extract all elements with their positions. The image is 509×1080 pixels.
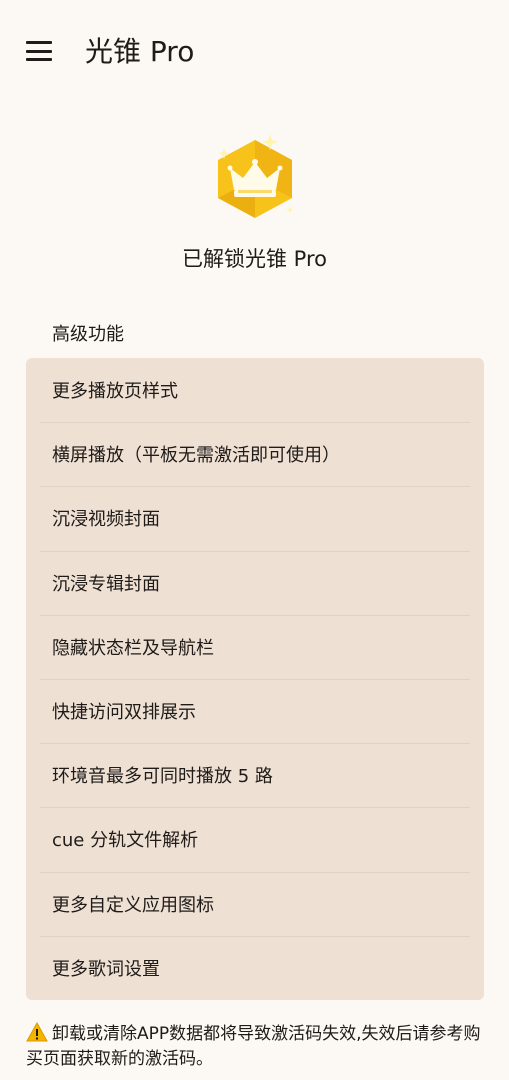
section-header: 高级功能	[52, 324, 124, 345]
feature-item: 环境音最多可同时播放 5 路	[26, 743, 484, 807]
feature-item: cue 分轨文件解析	[26, 807, 484, 871]
warning-icon	[26, 1022, 48, 1042]
page-title: 光锥 Pro	[85, 35, 195, 68]
feature-item: 更多自定义应用图标	[26, 871, 484, 936]
warning-notice: 卸载或清除APP数据都将导致激活码失效,失效后请参考购买页面获取新的激活码。	[26, 1022, 496, 1072]
unlock-status-text: 已解锁光锥 Pro	[182, 247, 327, 271]
feature-item: 沉浸视频封面	[26, 486, 484, 550]
feature-item: 更多歌词设置	[26, 935, 484, 1000]
features-card: 更多播放页样式 横屏播放（平板无需激活即可使用） 沉浸视频封面 沉浸专辑封面 隐…	[26, 358, 484, 1000]
feature-item: 横屏播放（平板无需激活即可使用）	[26, 422, 484, 486]
hamburger-menu-icon[interactable]	[26, 41, 52, 61]
feature-item: 隐藏状态栏及导航栏	[26, 614, 484, 679]
app-bar: 光锥 Pro	[0, 0, 509, 104]
crown-badge-icon	[210, 132, 300, 226]
warning-text: 卸载或清除APP数据都将导致激活码失效,失效后请参考购买页面获取新的激活码。	[26, 1024, 481, 1069]
feature-item: 快捷访问双排展示	[26, 678, 484, 743]
feature-item: 沉浸专辑封面	[26, 550, 484, 615]
feature-item: 更多播放页样式	[52, 381, 178, 403]
